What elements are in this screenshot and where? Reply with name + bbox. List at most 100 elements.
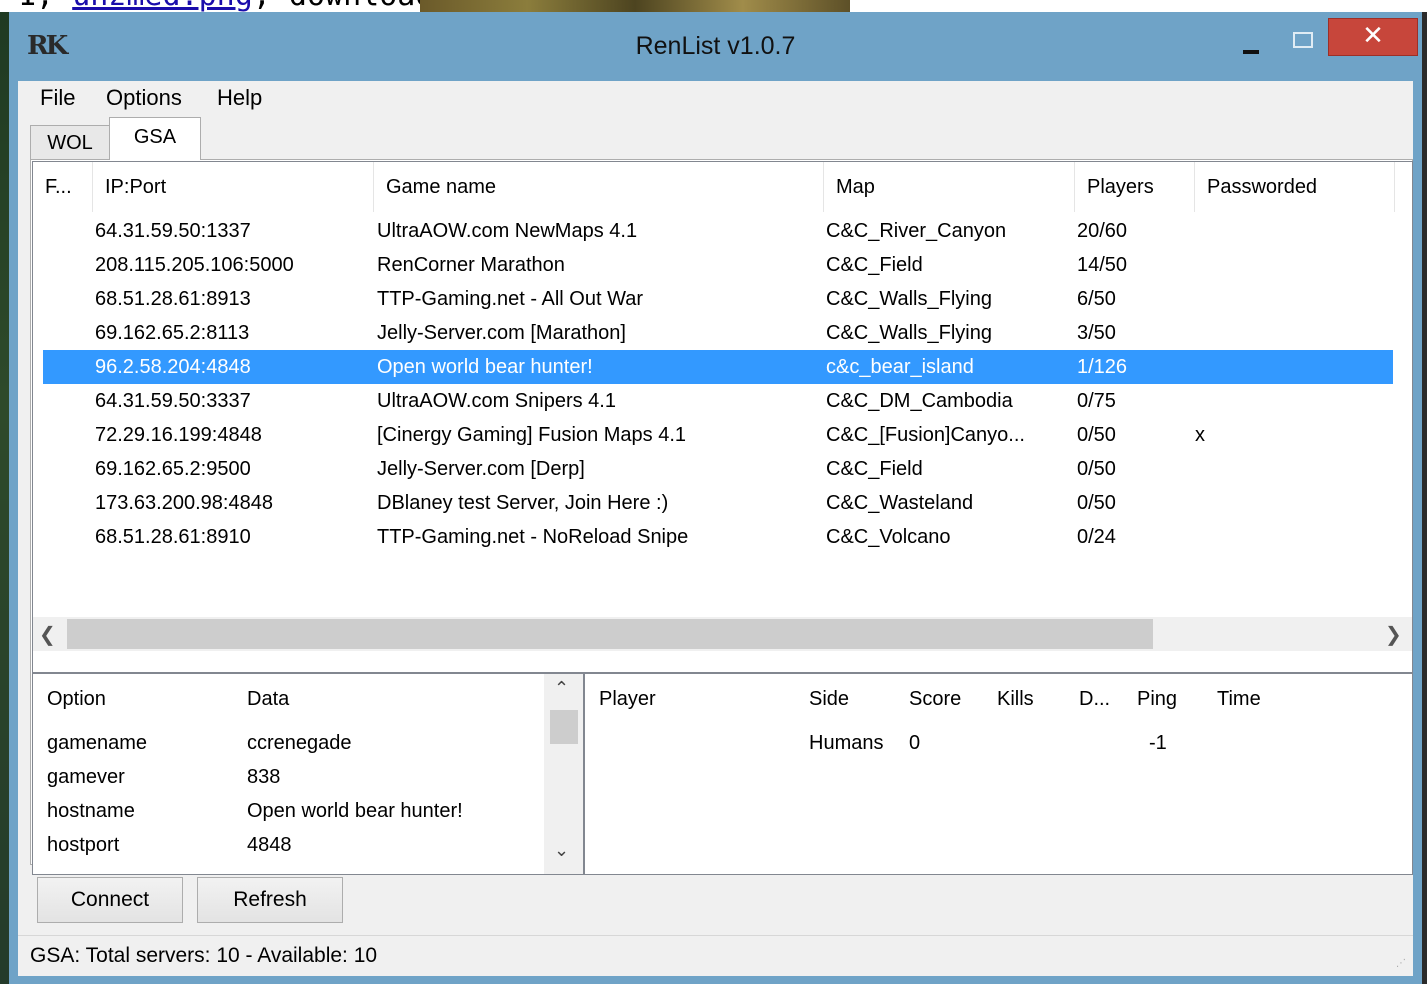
vertical-scroll-thumb[interactable]	[550, 710, 578, 744]
server-row[interactable]: 173.63.200.98:4848 DBlaney test Server, J…	[43, 486, 1393, 520]
player-side: Humans	[809, 732, 884, 754]
server-game-name: UltraAOW.com Snipers 4.1	[377, 390, 616, 412]
server-map: C&C_Wasteland	[826, 492, 974, 514]
column-header-players[interactable]: Players	[1075, 162, 1195, 212]
scroll-up-icon[interactable]: ⌃	[554, 678, 569, 699]
minimize-icon	[1243, 50, 1259, 54]
option-name: gamename	[47, 732, 148, 754]
option-value: Open world bear hunter!	[247, 800, 463, 822]
server-map: C&C_Field	[826, 458, 923, 480]
server-row[interactable]: 69.162.65.2:9500 Jelly-Server.com [Derp] C…	[43, 452, 1393, 486]
background-left-edge	[0, 12, 9, 984]
server-ip-port: 68.51.28.61:8910	[95, 526, 251, 548]
player-list[interactable]: Player Side Score Kills D... Ping Time H…	[584, 673, 1413, 875]
server-passworded: x	[1195, 424, 1205, 446]
column-header-time[interactable]: Time	[1217, 674, 1261, 724]
server-game-name: TTP-Gaming.net - All Out War	[377, 288, 643, 310]
menu-help[interactable]: Help	[217, 81, 262, 115]
column-header-favorite[interactable]: F...	[33, 162, 93, 212]
column-header-side[interactable]: Side	[809, 674, 849, 724]
server-row[interactable]: 64.31.59.50:3337 UltraAOW.com Snipers 4.1…	[43, 384, 1393, 418]
server-players: 0/75	[1077, 390, 1116, 412]
server-map: C&C_Volcano	[826, 526, 951, 548]
refresh-button[interactable]: Refresh	[197, 877, 343, 923]
close-icon: ✕	[1362, 21, 1384, 51]
server-ip-port: 208.115.205.106:5000	[95, 254, 294, 276]
column-header-player[interactable]: Player	[599, 674, 656, 724]
title-bar[interactable]: RK RenList v1.0.7 ✕	[9, 12, 1422, 80]
server-players: 0/50	[1077, 458, 1116, 480]
close-button[interactable]: ✕	[1328, 18, 1418, 56]
minimize-button[interactable]	[1231, 26, 1275, 66]
server-game-name: RenCorner Marathon	[377, 254, 565, 276]
server-ip-port: 69.162.65.2:9500	[95, 458, 251, 480]
server-map: C&C_DM_Cambodia	[826, 390, 1013, 412]
server-row[interactable]: 96.2.58.204:4848 Open world bear hunter! c…	[43, 350, 1393, 384]
server-game-name: DBlaney test Server, Join Here :)	[377, 492, 669, 514]
horizontal-scrollbar[interactable]: ❮ ❯	[33, 617, 1412, 651]
window-title: RenList v1.0.7	[635, 32, 796, 60]
server-game-name: Open world bear hunter!	[377, 356, 593, 378]
scroll-left-icon[interactable]: ❮	[39, 617, 59, 651]
status-text: GSA: Total servers: 10 - Available: 10	[30, 944, 378, 967]
server-ip-port: 173.63.200.98:4848	[95, 492, 273, 514]
column-header-ip-port[interactable]: IP:Port	[93, 162, 374, 212]
resize-grip-icon[interactable]: ⋰	[1396, 958, 1408, 970]
maximize-icon	[1293, 32, 1313, 48]
column-header-passworded[interactable]: Passworded	[1195, 162, 1395, 212]
option-value: 4848	[247, 834, 292, 856]
column-header-game-name[interactable]: Game name	[374, 162, 824, 212]
connect-button[interactable]: Connect	[37, 877, 183, 923]
server-map: C&C_River_Canyon	[826, 220, 1007, 242]
player-score: 0	[909, 732, 921, 754]
column-header-option[interactable]: Option	[47, 674, 106, 724]
server-game-name: Jelly-Server.com [Marathon]	[377, 322, 626, 344]
column-header-deaths[interactable]: D...	[1079, 674, 1110, 724]
menu-options[interactable]: Options	[106, 81, 182, 115]
scroll-down-icon[interactable]: ⌄	[554, 840, 569, 861]
server-row[interactable]: 64.31.59.50:1337 UltraAOW.com NewMaps 4.1…	[43, 214, 1393, 248]
server-list-header: F... IP:Port Game name Map Players Passw…	[33, 162, 1412, 214]
status-bar: GSA: Total servers: 10 - Available: 10 ⋰	[18, 935, 1413, 976]
menu-bar: File Options Help	[18, 81, 1413, 115]
server-game-name: Jelly-Server.com [Derp]	[377, 458, 585, 480]
tab-wol[interactable]: WOL	[30, 125, 110, 159]
server-map: C&C_Field	[826, 254, 923, 276]
background-file-link[interactable]: unzmed.png	[72, 0, 253, 12]
server-row[interactable]: 208.115.205.106:5000 RenCorner Marathon C&…	[43, 248, 1393, 282]
server-game-name: UltraAOW.com NewMaps 4.1	[377, 220, 638, 242]
tab-gsa[interactable]: GSA	[109, 117, 201, 160]
vertical-scrollbar[interactable]: ⌃ ⌄	[544, 674, 583, 874]
server-players: 6/50	[1077, 288, 1116, 310]
tab-strip: WOL GSA	[18, 115, 1413, 160]
column-header-score[interactable]: Score	[909, 674, 961, 724]
menu-file[interactable]: File	[40, 81, 75, 115]
server-row[interactable]: 69.162.65.2:8113 Jelly-Server.com [Marath…	[43, 316, 1393, 350]
maximize-button[interactable]	[1281, 26, 1325, 66]
column-header-ping[interactable]: Ping	[1137, 674, 1177, 724]
server-row[interactable]: 68.51.28.61:8910 TTP-Gaming.net - NoReloa…	[43, 520, 1393, 554]
column-header-data[interactable]: Data	[247, 674, 289, 724]
option-value: ccrenegade	[247, 732, 352, 754]
background-page-strip: 1, unzmed.png, downloaded 373 times	[0, 0, 1427, 12]
horizontal-scroll-thumb[interactable]	[67, 619, 1153, 649]
server-players: 0/24	[1077, 526, 1116, 548]
column-header-map[interactable]: Map	[824, 162, 1075, 212]
option-name: gamever	[47, 766, 125, 788]
server-game-name: [Cinergy Gaming] Fusion Maps 4.1	[377, 424, 687, 446]
server-row[interactable]: 68.51.28.61:8913 TTP-Gaming.net - All Out…	[43, 282, 1393, 316]
column-header-kills[interactable]: Kills	[997, 674, 1034, 724]
option-value: 838	[247, 766, 281, 788]
renlist-window: RK RenList v1.0.7 ✕ File Options Help WO…	[9, 12, 1422, 984]
server-map: C&C_[Fusion]Canyo...	[826, 424, 1025, 446]
server-map: C&C_Walls_Flying	[826, 288, 992, 310]
server-ip-port: 96.2.58.204:4848	[95, 356, 251, 378]
server-players: 1/126	[1077, 356, 1128, 378]
server-row[interactable]: 72.29.16.199:4848 [Cinergy Gaming] Fusion…	[43, 418, 1393, 452]
server-ip-port: 64.31.59.50:1337	[95, 220, 251, 242]
server-options-list[interactable]: Option Data gamename ccrenegade gamever 838…	[32, 673, 584, 875]
scroll-right-icon[interactable]: ❯	[1385, 617, 1405, 651]
server-list[interactable]: F... IP:Port Game name Map Players Passw…	[32, 161, 1413, 673]
background-right-edge	[1422, 12, 1427, 984]
background-image-strip	[420, 0, 850, 12]
